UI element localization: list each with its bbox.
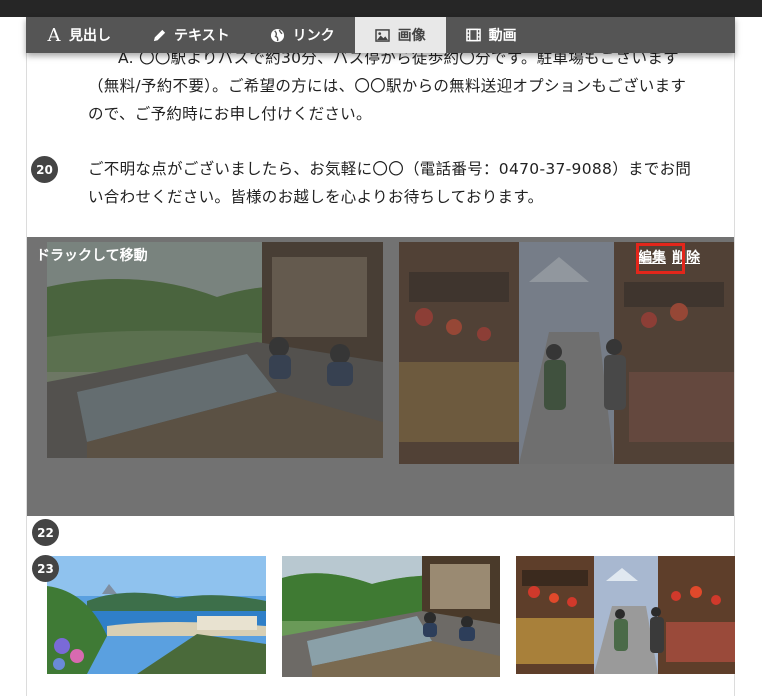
text-line: （無料/予約不要）。ご希望の方には、〇〇駅からの無料送迎オプションもございます [88,77,687,95]
delete-button[interactable]: 削除 [672,247,700,267]
toolbar-link-button[interactable]: リンク [250,17,355,53]
toolbar-label: 見出し [69,28,111,44]
editor-toolbar: A 見出し テキスト リンク 画像 動画 [26,17,735,53]
drag-to-move-label: ドラックして移動 [36,248,148,264]
image-block-21-drag-area[interactable]: ドラックして移動 編集 削除 [27,237,734,516]
toolbar-text-button[interactable]: テキスト [131,17,250,53]
hover-dim-overlay [47,242,383,458]
text-block-19[interactable]: A. 〇〇駅よりバスで約30分、バス停から徒歩約〇分です。駐車場もございます （… [88,44,708,128]
toolbar-label: 画像 [397,28,426,44]
window-top-bar [0,0,762,17]
hover-dim-overlay [399,242,734,464]
heading-icon: A [47,24,61,46]
text-line: ご不明な点がございましたら、お気軽に〇〇（電話番号：0470-37-9088）ま… [88,160,692,178]
toolbar-label: テキスト [174,28,230,44]
toolbar-image-button[interactable]: 画像 [354,17,446,53]
onsen-photo[interactable] [282,556,500,677]
coast-photo[interactable] [47,556,266,674]
edit-button[interactable]: 編集 [638,247,666,267]
image-icon [375,27,391,43]
toolbar-video-button[interactable]: 動画 [446,17,537,53]
onsen-photo [47,242,383,458]
block-number-badge-23: 23 [32,555,59,582]
pencil-icon [151,27,167,43]
block-number-badge-22: 22 [32,519,59,546]
film-icon [466,27,482,43]
street-photo [399,242,734,464]
globe-icon [270,27,286,43]
toolbar-label: リンク [292,28,335,44]
toolbar-heading-button[interactable]: A 見出し [26,17,131,53]
text-line: ので、ご予約時にお申し付けください。 [88,105,372,123]
text-line: い合わせください。皆様のお越しを心よりお待ちしております。 [88,188,544,206]
text-block-20[interactable]: ご不明な点がございましたら、お気軽に〇〇（電話番号：0470-37-9088）ま… [88,155,703,211]
street-photo[interactable] [516,556,735,674]
block-number-badge-20: 20 [31,156,58,183]
image-block-actions: 編集 削除 [638,247,700,267]
toolbar-label: 動画 [488,28,517,44]
